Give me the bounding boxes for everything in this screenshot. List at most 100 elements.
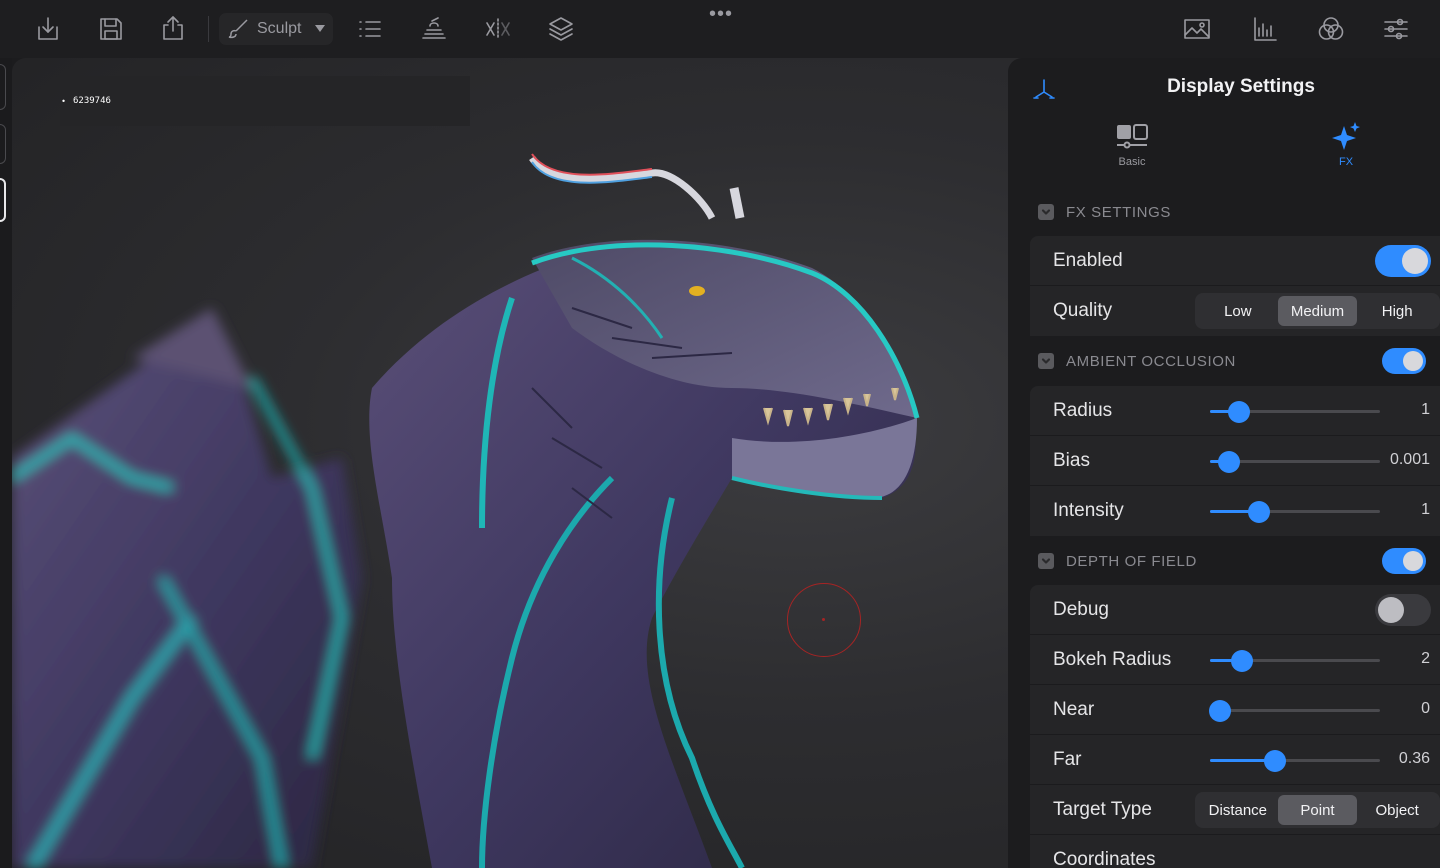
slider-thumb[interactable] [1217, 451, 1240, 473]
import-button[interactable] [29, 10, 67, 48]
dof-debug-row: Debug [1030, 585, 1440, 635]
fx-enabled-label: Enabled [1053, 250, 1123, 271]
tool-label: Sculpt [257, 20, 302, 37]
symmetry-button[interactable] [479, 10, 517, 48]
image-icon [1184, 19, 1210, 39]
quality-option-low[interactable]: Low [1198, 296, 1278, 326]
dof-bokeh-radius-slider[interactable] [1210, 650, 1380, 672]
dof-bokeh-radius-value: 2 [1421, 650, 1430, 667]
ao-intensity-slider[interactable] [1210, 501, 1380, 523]
slider-thumb[interactable] [1263, 750, 1286, 772]
image-button[interactable] [1178, 10, 1216, 48]
ao-bias-label: Bias [1053, 450, 1090, 471]
ao-intensity-row: Intensity 1 [1030, 486, 1440, 536]
display-color-button[interactable] [1312, 10, 1350, 48]
dof-debug-toggle[interactable] [1375, 594, 1431, 626]
toggle-knob [1378, 597, 1404, 623]
fx-settings-header[interactable]: FX SETTINGS [1038, 202, 1171, 222]
save-icon [100, 18, 122, 40]
layer-stack-button[interactable] [415, 10, 453, 48]
dof-debug-label: Debug [1053, 599, 1109, 620]
target-option-distance[interactable]: Distance [1198, 795, 1278, 825]
save-button[interactable] [92, 10, 130, 48]
target-option-point[interactable]: Point [1277, 795, 1358, 825]
dof-near-label: Near [1053, 699, 1095, 720]
ambient-occlusion-header[interactable]: AMBIENT OCCLUSION [1038, 351, 1236, 371]
depth-of-field-toggle[interactable] [1382, 548, 1426, 574]
chart-icon [1254, 17, 1277, 41]
ao-intensity-label: Intensity [1053, 500, 1124, 521]
rail-tab[interactable] [0, 64, 6, 110]
panel-title: Display Settings [1167, 76, 1315, 97]
dof-far-value: 0.36 [1398, 750, 1430, 767]
rail-tab-active[interactable] [0, 178, 6, 222]
ambient-occlusion-label: AMBIENT OCCLUSION [1066, 352, 1236, 370]
slider-thumb[interactable] [1227, 401, 1250, 423]
ao-bias-value: 0.001 [1389, 451, 1430, 468]
more-options-button[interactable]: ••• [709, 4, 733, 24]
point-icon: • [61, 96, 66, 106]
dof-far-label: Far [1053, 749, 1082, 770]
slider-thumb[interactable] [1231, 650, 1254, 672]
symmetry-icon [486, 18, 510, 40]
tool-selector[interactable]: Sculpt [219, 13, 333, 45]
ambient-occlusion-toggle[interactable] [1382, 348, 1426, 374]
display-settings-panel: Display Settings Basic FX FX SETTINGS En… [1008, 58, 1440, 868]
display-color-icon [1318, 17, 1344, 40]
ao-radius-slider[interactable] [1210, 401, 1380, 423]
collapse-checkbox[interactable] [1038, 204, 1054, 220]
sliders-button[interactable] [1377, 10, 1415, 48]
dof-bokeh-radius-row: Bokeh Radius 2 [1030, 635, 1440, 685]
top-toolbar: Sculpt ••• [0, 0, 1440, 58]
dof-far-slider[interactable] [1210, 750, 1380, 772]
left-rail [0, 58, 12, 868]
ao-radius-value: 1 [1421, 401, 1430, 418]
app-window: Sculpt ••• • 6239746 Display Settings Ba… [0, 0, 1440, 868]
layers-button[interactable] [542, 10, 580, 48]
chevron-down-icon [1041, 558, 1051, 564]
toggle-knob [1403, 351, 1423, 371]
dof-coordinates-row: Coordinates [1030, 835, 1440, 868]
ao-bias-row: Bias 0.001 [1030, 436, 1440, 486]
slider-thumb[interactable] [1248, 501, 1271, 523]
ao-radius-label: Radius [1053, 400, 1113, 421]
collapse-checkbox[interactable] [1038, 353, 1054, 369]
target-option-object[interactable]: Object [1357, 795, 1437, 825]
layer-stack-icon [422, 17, 446, 39]
dof-target-type-row: Target Type Distance Point Object [1030, 785, 1440, 835]
depth-of-field-label: DEPTH OF FIELD [1066, 552, 1197, 570]
ao-intensity-value: 1 [1421, 501, 1430, 518]
slider-thumb[interactable] [1209, 700, 1232, 722]
sparkle-icon [1332, 122, 1360, 150]
list-icon [359, 21, 381, 37]
collapse-checkbox[interactable] [1038, 553, 1054, 569]
dof-coordinates-label: Coordinates [1053, 849, 1156, 868]
ao-bias-slider[interactable] [1210, 451, 1380, 473]
fx-enabled-toggle[interactable] [1375, 245, 1431, 277]
dof-near-slider[interactable] [1209, 700, 1380, 722]
chevron-down-icon [1041, 209, 1051, 215]
quality-option-high[interactable]: High [1357, 296, 1437, 326]
basic-display-icon [1117, 124, 1148, 149]
quality-label: Quality [1053, 300, 1113, 321]
toggle-knob [1403, 551, 1423, 571]
dof-target-type-label: Target Type [1053, 799, 1152, 820]
target-type-segmented-control[interactable]: Distance Point Object [1195, 792, 1440, 828]
share-icon [163, 16, 183, 40]
chevron-down-icon [1041, 358, 1051, 364]
face-count: 6239746 [73, 95, 111, 106]
dof-bokeh-radius-label: Bokeh Radius [1053, 649, 1172, 670]
quality-option-medium[interactable]: Medium [1277, 296, 1358, 326]
share-button[interactable] [154, 10, 192, 48]
depth-of-field-header[interactable]: DEPTH OF FIELD [1038, 551, 1197, 571]
rail-tab[interactable] [0, 124, 6, 164]
tab-fx[interactable]: FX [1306, 120, 1386, 176]
ao-radius-row: Radius 1 [1030, 386, 1440, 436]
face-count-row: • 6239746 [60, 76, 470, 126]
import-icon [38, 17, 58, 40]
tab-basic[interactable]: Basic [1092, 120, 1172, 176]
list-button[interactable] [351, 10, 389, 48]
quality-row: Quality Low Medium High [1030, 286, 1440, 336]
quality-segmented-control[interactable]: Low Medium High [1195, 293, 1440, 329]
chart-button[interactable] [1246, 10, 1284, 48]
